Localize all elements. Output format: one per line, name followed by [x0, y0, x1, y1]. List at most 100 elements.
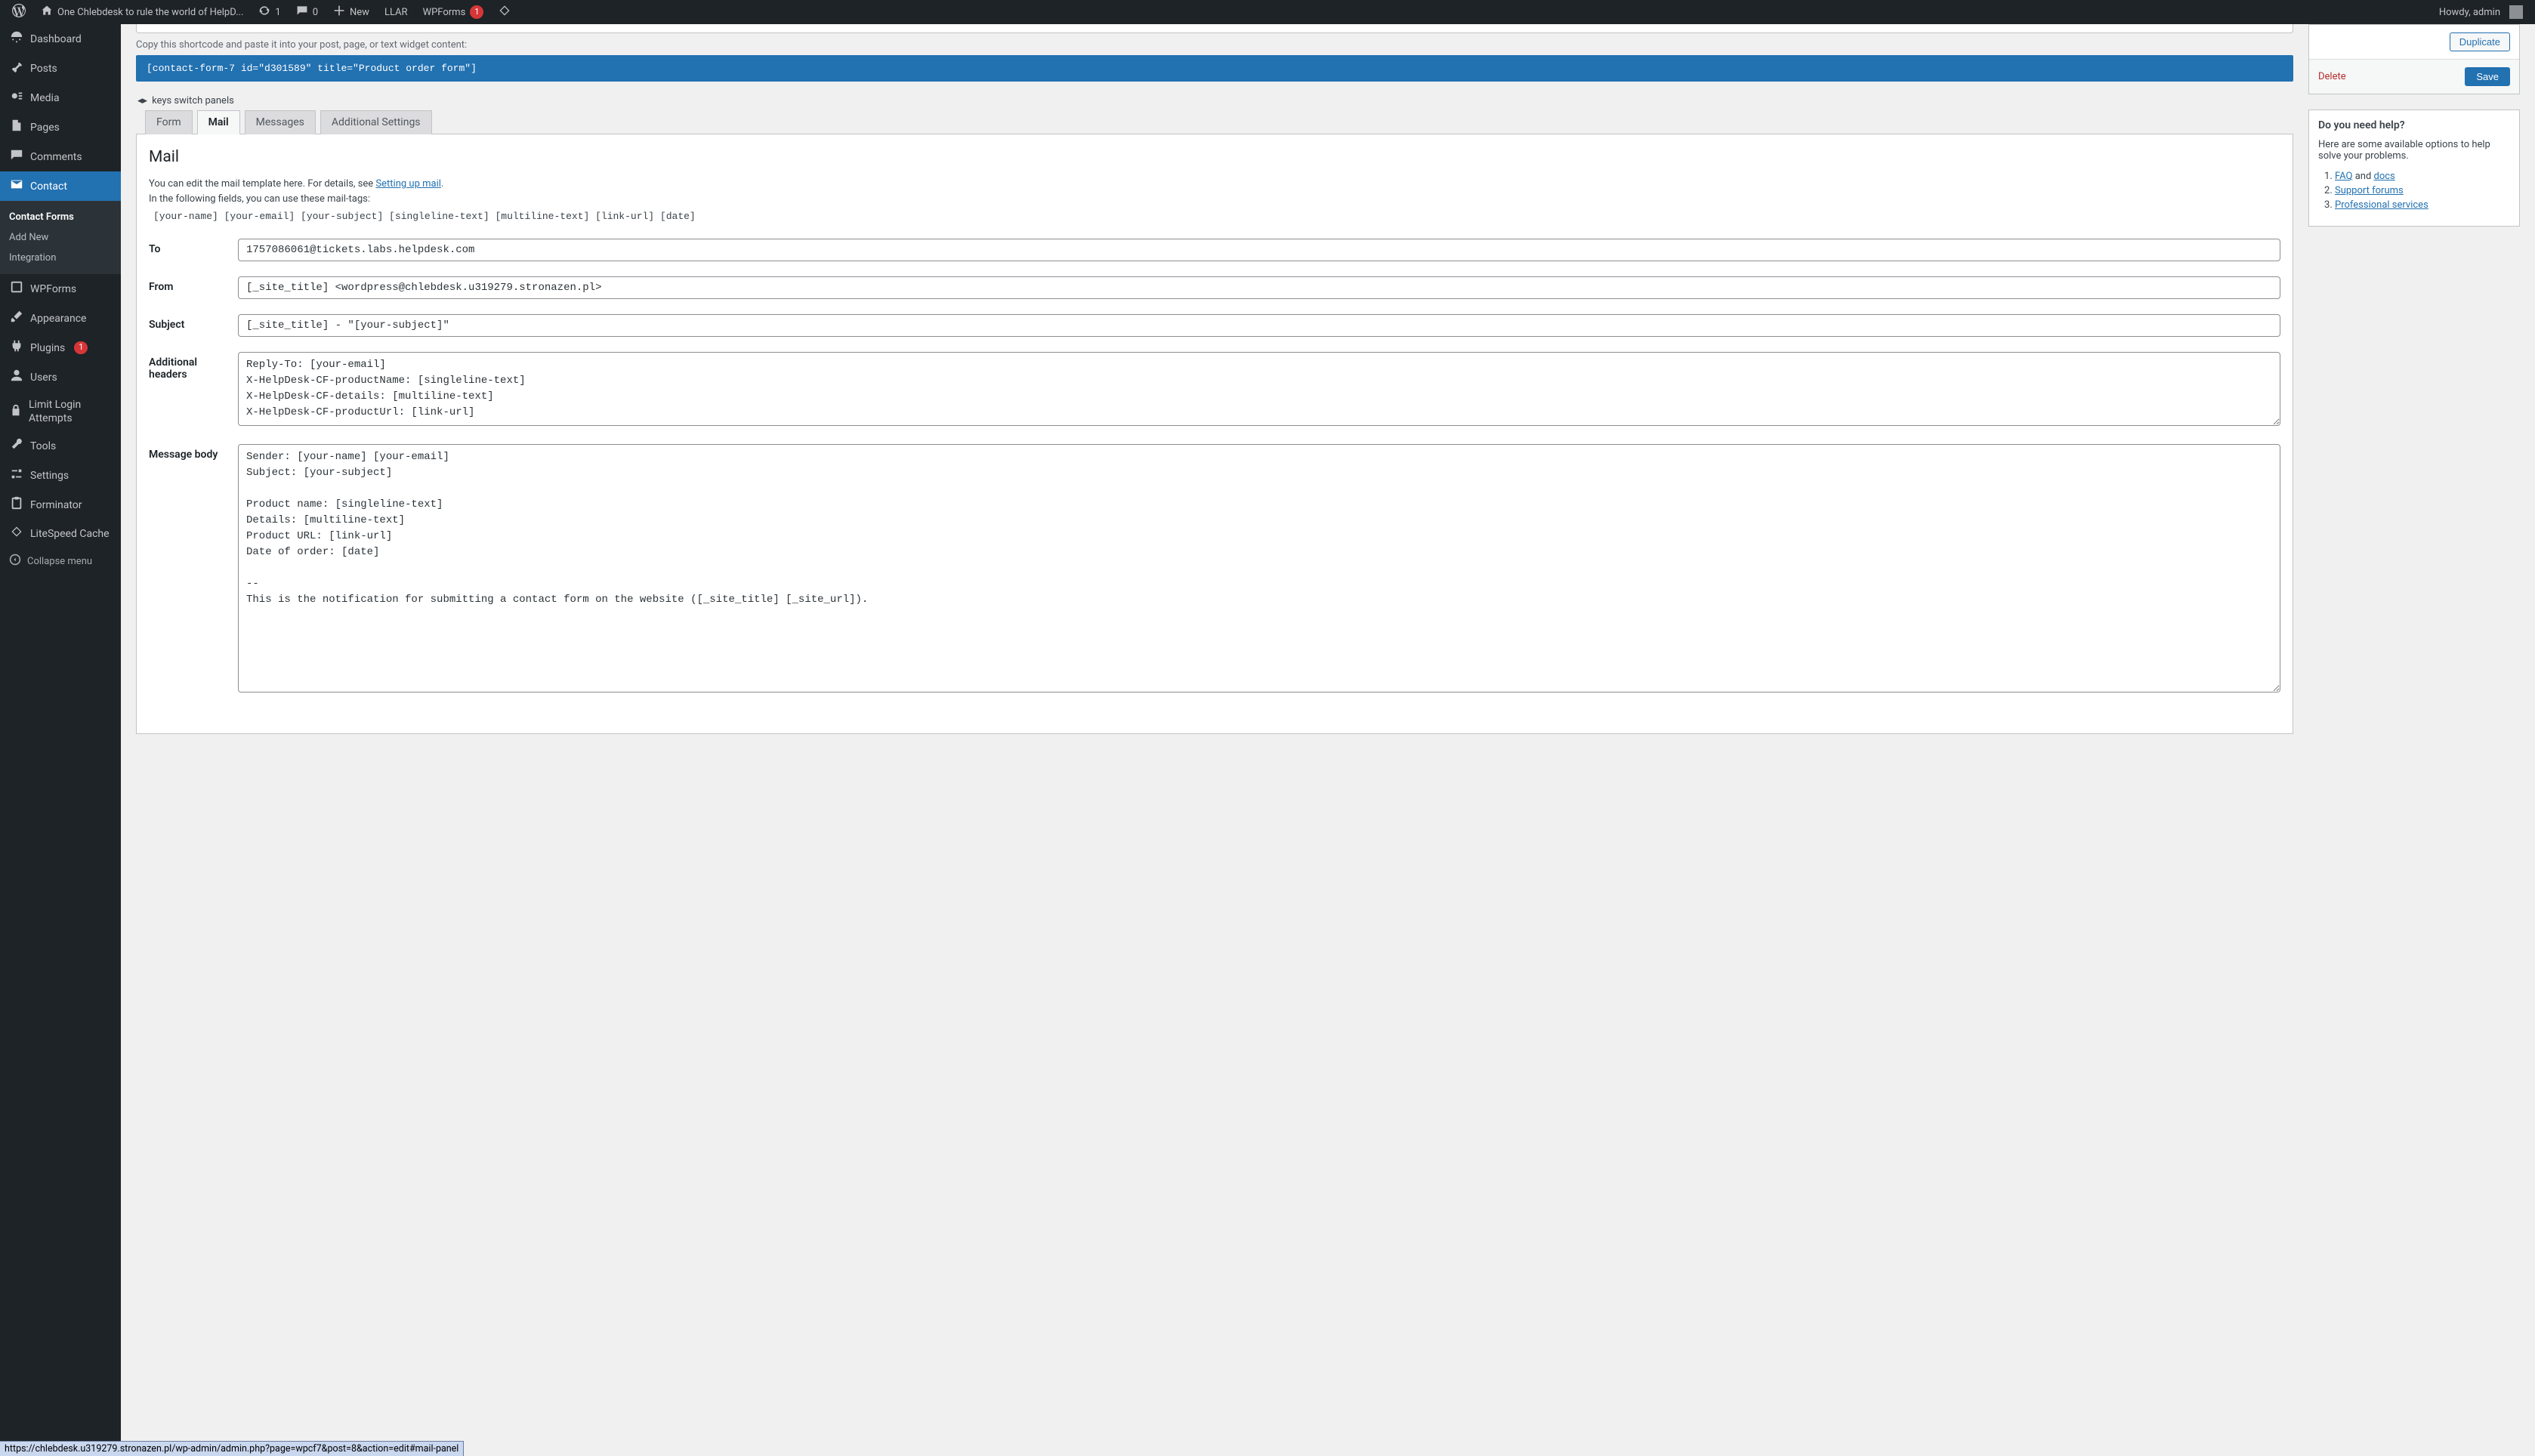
sidebar-item-comments[interactable]: Comments	[0, 142, 121, 171]
wp-logo[interactable]	[6, 0, 32, 24]
page-icon	[9, 119, 24, 136]
sidebar-subitem-integration[interactable]: Integration	[0, 248, 121, 268]
sidebar-label: Dashboard	[30, 33, 82, 45]
sidebar-item-appearance[interactable]: Appearance	[0, 304, 121, 333]
wpforms-item[interactable]: WPForms 1	[417, 0, 490, 24]
mail-tags: [your-name] [your-email] [your-subject] …	[153, 211, 2280, 222]
panel-title: Mail	[149, 148, 2280, 166]
forums-link[interactable]: Support forums	[2335, 185, 2404, 196]
clipboard-icon	[9, 496, 24, 514]
panel-desc-1: You can edit the mail template here. For…	[149, 177, 2280, 192]
llar-item[interactable]: LLAR	[378, 0, 414, 24]
sliders-icon	[9, 467, 24, 484]
mail-panel: Mail You can edit the mail template here…	[136, 134, 2293, 734]
new-item[interactable]: New	[327, 0, 375, 24]
mail-icon	[9, 177, 24, 195]
sidebar-item-wpforms[interactable]: WPForms	[0, 274, 121, 304]
avatar	[2509, 5, 2523, 19]
comment-icon	[9, 148, 24, 165]
shortcode-block[interactable]: [contact-form-7 id="d301589" title="Prod…	[136, 55, 2293, 82]
tab-messages[interactable]: Messages	[245, 110, 316, 134]
plus-icon	[333, 5, 345, 20]
sidebar-label: Users	[30, 372, 57, 384]
sidebar-item-litespeed[interactable]: LiteSpeed Cache	[0, 520, 121, 548]
sidebar-label: Pages	[30, 122, 60, 134]
title-input-bottom-edge	[136, 24, 2293, 33]
label-headers: Additional headers	[149, 352, 232, 381]
tab-mail[interactable]: Mail	[197, 110, 240, 134]
home-icon	[41, 5, 53, 20]
comments-count: 0	[313, 7, 318, 18]
sidebar-label: Media	[30, 92, 60, 104]
llar-label: LLAR	[384, 7, 408, 18]
input-from[interactable]	[238, 276, 2280, 299]
publish-box: Duplicate Delete Save	[2308, 24, 2520, 94]
sidebar-label: WPForms	[30, 283, 76, 295]
help-intro: Here are some available options to help …	[2318, 139, 2510, 162]
input-headers[interactable]	[238, 352, 2280, 426]
delete-link[interactable]: Delete	[2318, 71, 2346, 82]
label-subject: Subject	[149, 314, 232, 331]
sidebar-item-dashboard[interactable]: Dashboard	[0, 24, 121, 54]
sidebar-label: Plugins	[30, 342, 65, 354]
sidebar-label: Settings	[30, 470, 69, 482]
sidebar-label: Limit Login Attempts	[29, 398, 112, 425]
sidebar-label: Comments	[30, 151, 82, 163]
howdy-item[interactable]: Howdy, admin	[2433, 0, 2529, 24]
status-bar: https://chlebdesk.u319279.stronazen.pl/w…	[0, 1441, 464, 1456]
duplicate-button[interactable]: Duplicate	[2450, 32, 2510, 51]
sidebar-item-contact[interactable]: Contact	[0, 171, 121, 201]
input-body[interactable]	[238, 444, 2280, 693]
sidebar-item-media[interactable]: Media	[0, 83, 121, 113]
help-item-faq: FAQ and docs	[2335, 171, 2510, 182]
pro-link[interactable]: Professional services	[2335, 199, 2428, 211]
litespeed-bar-item[interactable]	[492, 0, 517, 24]
sidebar-item-posts[interactable]: Posts	[0, 54, 121, 83]
setting-up-mail-link[interactable]: Setting up mail	[375, 178, 440, 190]
sidebar-label: Posts	[30, 63, 57, 75]
new-label: New	[350, 7, 369, 18]
tab-form[interactable]: Form	[145, 110, 193, 134]
keys-hint: ◂▸ keys switch panels	[137, 95, 2293, 106]
lock-icon	[9, 403, 23, 421]
sidebar-item-tools[interactable]: Tools	[0, 431, 121, 461]
site-title: One Chlebdesk to rule the world of HelpD…	[57, 7, 243, 18]
faq-link[interactable]: FAQ	[2335, 171, 2352, 182]
diamond-icon	[9, 526, 24, 541]
arrows-icon: ◂▸	[137, 95, 147, 106]
diamond-icon	[499, 5, 511, 20]
comments-item[interactable]: 0	[290, 0, 324, 24]
refresh-icon	[258, 5, 270, 20]
updates-item[interactable]: 1	[252, 0, 286, 24]
collapse-menu[interactable]: Collapse menu	[0, 548, 121, 575]
updates-count: 1	[275, 7, 280, 18]
sidebar-item-users[interactable]: Users	[0, 362, 121, 392]
shortcode-hint: Copy this shortcode and paste it into yo…	[136, 39, 2293, 51]
collapse-label: Collapse menu	[27, 556, 92, 567]
sidebar-submenu-contact: Contact Forms Add New Integration	[0, 201, 121, 274]
input-subject[interactable]	[238, 314, 2280, 337]
brush-icon	[9, 310, 24, 327]
wordpress-icon	[12, 4, 26, 20]
sidebar-item-forminator[interactable]: Forminator	[0, 490, 121, 520]
help-title: Do you need help?	[2318, 119, 2510, 131]
sidebar-label: Tools	[30, 440, 56, 452]
tabs: Form Mail Messages Additional Settings	[136, 110, 2293, 134]
save-button[interactable]: Save	[2465, 67, 2510, 86]
site-home[interactable]: One Chlebdesk to rule the world of HelpD…	[35, 0, 249, 24]
admin-sidebar: Dashboard Posts Media Pages Comments Con…	[0, 24, 121, 1456]
sidebar-item-plugins[interactable]: Plugins 1	[0, 333, 121, 362]
user-icon	[9, 369, 24, 386]
input-to[interactable]	[238, 239, 2280, 261]
tab-additional[interactable]: Additional Settings	[320, 110, 432, 134]
sidebar-item-settings[interactable]: Settings	[0, 461, 121, 490]
sidebar-subitem-contact-forms[interactable]: Contact Forms	[0, 207, 121, 227]
sidebar-item-pages[interactable]: Pages	[0, 113, 121, 142]
label-to: To	[149, 239, 232, 255]
dashboard-icon	[9, 30, 24, 48]
sidebar-item-limit-login[interactable]: Limit Login Attempts	[0, 392, 121, 431]
comment-icon	[296, 5, 308, 20]
docs-link[interactable]: docs	[2374, 171, 2395, 182]
plugins-badge: 1	[74, 341, 88, 354]
sidebar-subitem-add-new[interactable]: Add New	[0, 227, 121, 248]
